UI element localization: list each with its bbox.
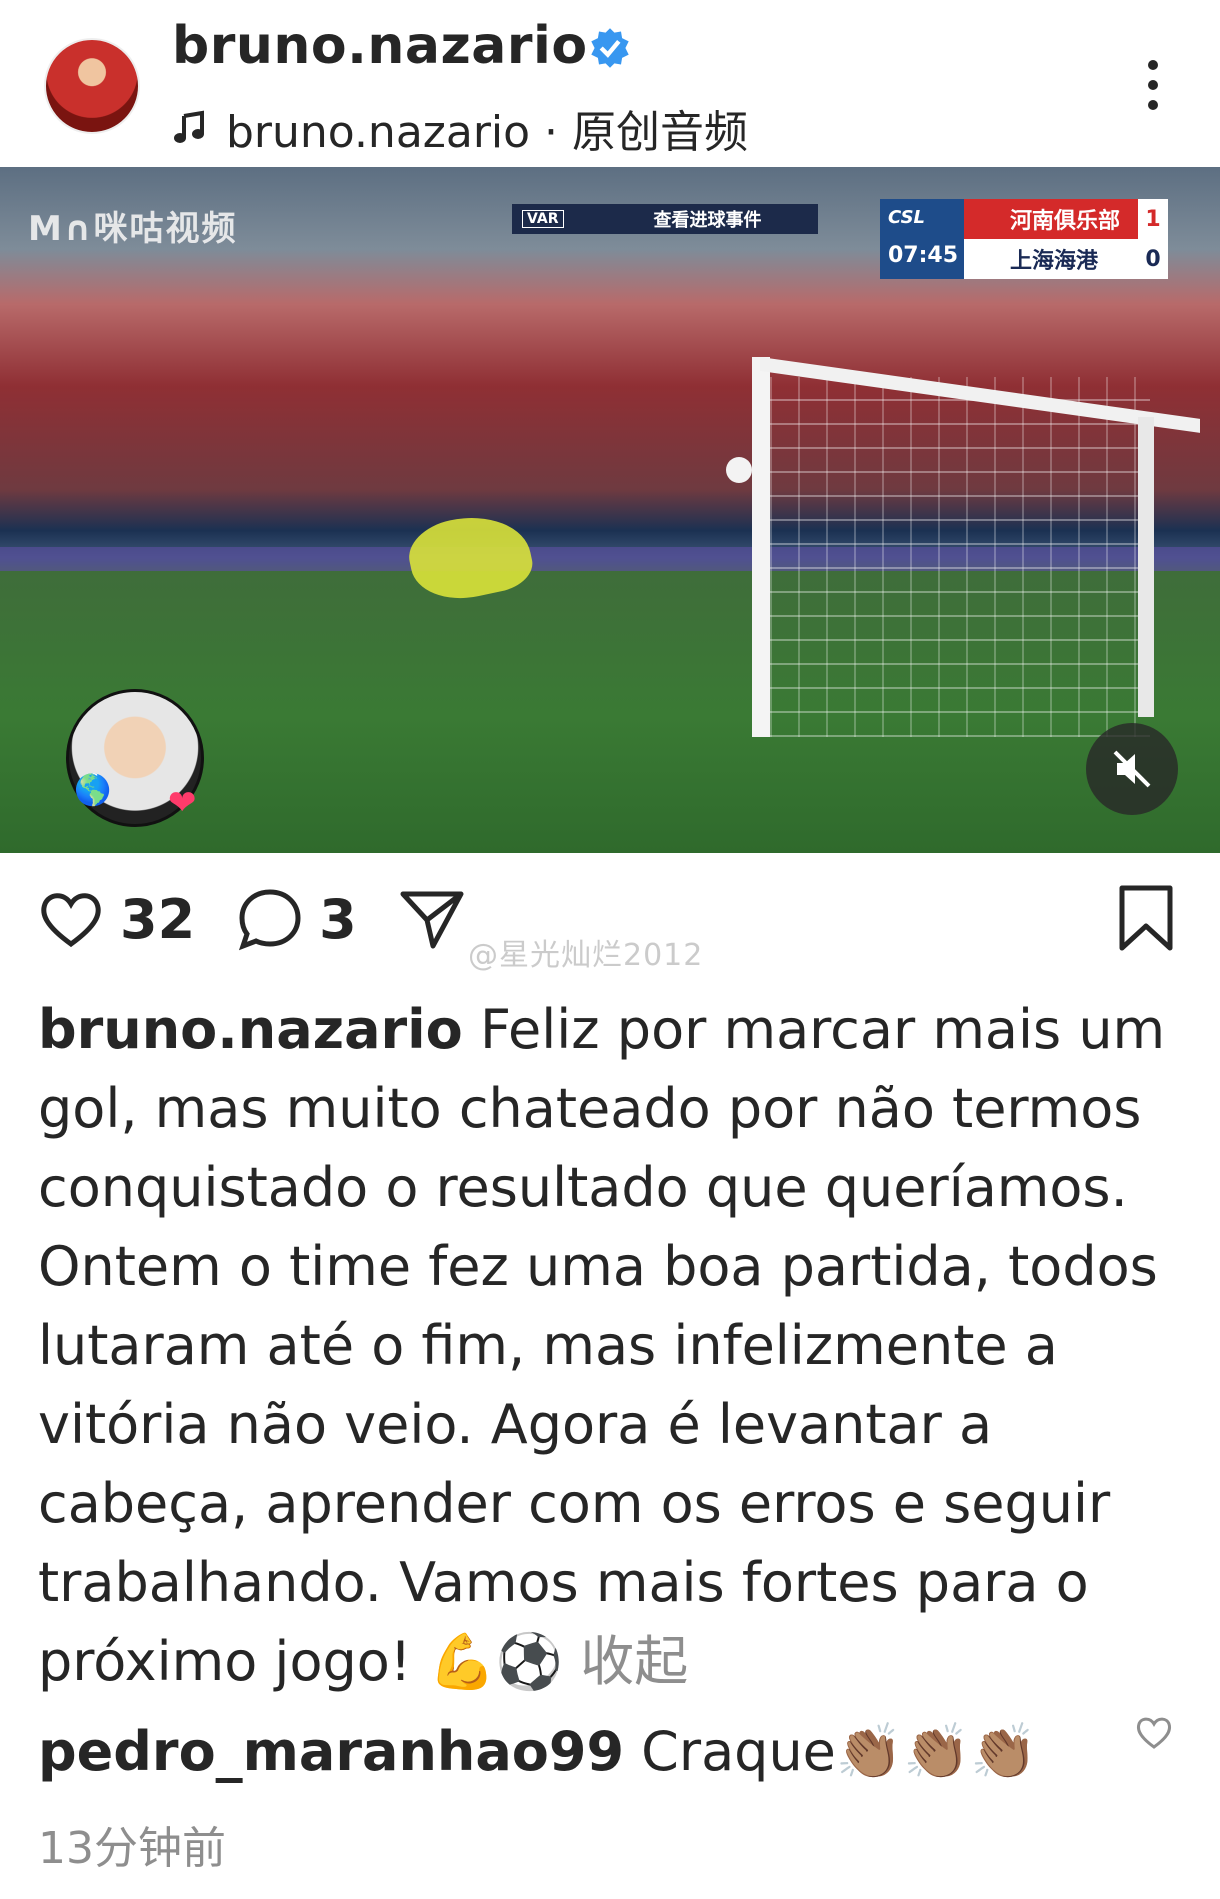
collapse-link[interactable]: 收起 xyxy=(580,1630,688,1693)
scoreboard: CSL 07:45 河南俱乐部 1 上海海港 0 xyxy=(880,199,1168,279)
video-player[interactable]: M∩咪咕视频 VAR 查看进球事件 CSL 07:45 河南俱乐部 1 上海海港… xyxy=(0,167,1220,853)
action-bar: 32 3 xyxy=(36,884,467,954)
goalkeeper xyxy=(402,505,538,609)
speaker-muted-icon xyxy=(1113,750,1151,788)
comment-count[interactable]: 3 xyxy=(319,888,357,951)
comment-item: pedro_maranhao99 Craque👏🏽👏🏽👏🏽 xyxy=(38,1720,1038,1784)
heart-like-icon[interactable] xyxy=(36,884,106,954)
caption-text: Feliz por marcar mais um gol, mas muito … xyxy=(38,998,1166,1693)
goal-post-far xyxy=(1138,417,1154,717)
scoreboard-away: 上海海港 0 xyxy=(964,239,1168,279)
mute-button[interactable] xyxy=(1086,723,1178,815)
broadcaster-watermark: M∩咪咕视频 xyxy=(28,209,238,249)
username[interactable]: bruno.nazario xyxy=(172,16,588,76)
globe-icon: 🌎 xyxy=(74,773,112,808)
audio-row[interactable]: bruno.nazario · 原创音频 xyxy=(172,96,748,160)
var-title: 查看进球事件 xyxy=(653,210,762,231)
away-score: 0 xyxy=(1138,239,1168,279)
scoreboard-home: 河南俱乐部 1 xyxy=(964,199,1168,239)
home-score: 1 xyxy=(1138,199,1168,239)
bookmark-icon[interactable] xyxy=(1116,884,1176,954)
comment-text: Craque👏🏽👏🏽👏🏽 xyxy=(624,1720,1038,1783)
caption-author[interactable]: bruno.nazario xyxy=(38,998,463,1061)
like-count[interactable]: 32 xyxy=(120,888,195,951)
more-options-icon[interactable] xyxy=(1138,58,1168,112)
match-clock: 07:45 xyxy=(888,243,959,268)
heart-icon: ❤ xyxy=(168,783,197,823)
weibo-watermark: @星光灿烂2012 xyxy=(468,938,704,973)
var-banner: VAR 查看进球事件 xyxy=(512,204,818,234)
post-caption: bruno.nazario Feliz por marcar mais um g… xyxy=(38,990,1188,1701)
music-note-icon xyxy=(174,110,204,143)
goal-post xyxy=(752,357,770,737)
post-timestamp: 13分钟前 xyxy=(38,1823,226,1874)
profile-avatar[interactable] xyxy=(44,38,140,134)
verified-badge-icon xyxy=(591,28,629,68)
comment-author[interactable]: pedro_maranhao99 xyxy=(38,1720,624,1783)
share-icon[interactable] xyxy=(397,884,467,954)
var-tag: VAR xyxy=(522,210,564,228)
league-logo: CSL xyxy=(888,207,926,228)
audio-label: bruno.nazario · 原创音频 xyxy=(226,107,749,158)
ball xyxy=(726,457,752,483)
scoreboard-left: CSL 07:45 xyxy=(880,199,964,279)
home-team: 河南俱乐部 xyxy=(1010,209,1121,234)
goal-net xyxy=(770,377,1150,737)
away-team: 上海海港 xyxy=(1010,249,1099,274)
comment-like-icon[interactable] xyxy=(1134,1712,1174,1752)
comment-icon[interactable] xyxy=(235,884,305,954)
